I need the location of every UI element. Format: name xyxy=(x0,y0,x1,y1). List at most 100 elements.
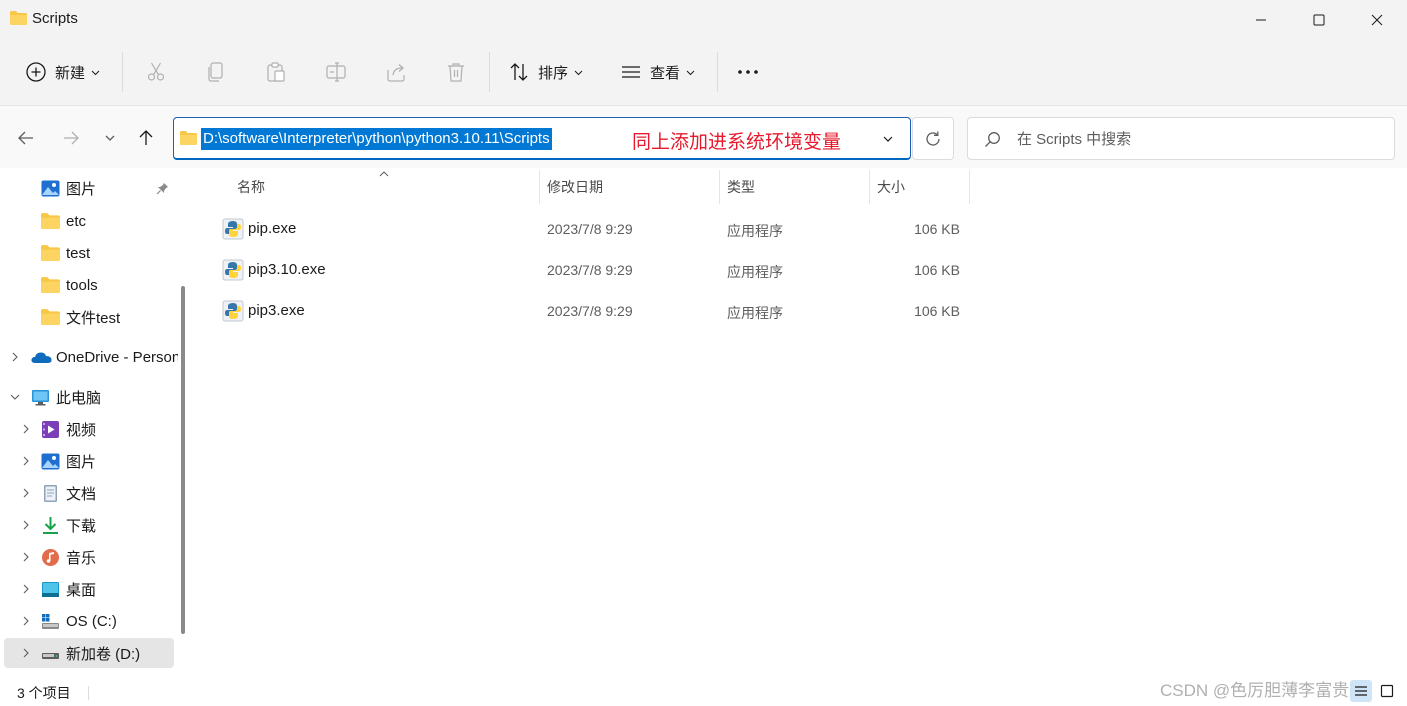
share-button[interactable] xyxy=(385,54,407,90)
paste-button[interactable] xyxy=(265,54,287,90)
sidebar-item-pictures[interactable]: 图片 xyxy=(4,446,174,476)
column-size-label: 大小 xyxy=(877,179,905,195)
file-name: pip.exe xyxy=(248,220,297,237)
sidebar-item-pictures-pinned[interactable]: 图片 xyxy=(4,173,174,203)
chevron-right-icon[interactable] xyxy=(10,352,20,362)
title-bar: Scripts xyxy=(0,0,1407,40)
sidebar-item-drive-d[interactable]: 新加卷 (D:) xyxy=(4,638,174,668)
view-button[interactable]: 查看 xyxy=(620,54,695,90)
column-divider[interactable] xyxy=(719,170,720,204)
column-header-date[interactable]: 修改日期 xyxy=(547,170,603,204)
file-size: 106 KB xyxy=(914,262,960,278)
chevron-right-icon[interactable] xyxy=(21,424,31,434)
minimize-button[interactable] xyxy=(1232,0,1290,40)
python-exe-icon xyxy=(222,218,244,240)
details-view-button[interactable] xyxy=(1350,680,1372,702)
chevron-right-icon[interactable] xyxy=(21,520,31,530)
column-divider[interactable] xyxy=(869,170,870,204)
maximize-icon xyxy=(1313,14,1325,26)
address-bar[interactable]: D:\software\Interpreter\python\python3.1… xyxy=(173,117,911,160)
sidebar-item-this-pc[interactable]: 此电脑 xyxy=(4,382,174,412)
sidebar-item-label: 新加卷 (D:) xyxy=(66,645,141,663)
sidebar-item-tools[interactable]: tools xyxy=(4,270,174,300)
column-header-size[interactable]: 大小 xyxy=(877,170,905,204)
sidebar-item-videos[interactable]: 视频 xyxy=(4,414,174,444)
forward-button[interactable] xyxy=(59,126,83,150)
sidebar-item-label: tools xyxy=(66,276,98,294)
sidebar-item-etc[interactable]: etc xyxy=(4,206,174,236)
refresh-button[interactable] xyxy=(912,117,954,160)
sidebar-item-label: 视频 xyxy=(66,421,97,439)
sidebar-item-label: 下载 xyxy=(66,517,97,535)
chevron-right-icon[interactable] xyxy=(21,488,31,498)
folder-icon xyxy=(41,245,60,261)
cut-button[interactable] xyxy=(145,54,167,90)
recent-locations-button[interactable] xyxy=(98,126,122,150)
back-button[interactable] xyxy=(14,126,38,150)
sidebar-item-music[interactable]: 音乐 xyxy=(4,542,174,572)
chevron-down-icon xyxy=(686,70,695,75)
new-button[interactable]: 新建 xyxy=(25,54,100,90)
more-button[interactable] xyxy=(737,54,759,90)
sidebar-item-test[interactable]: test xyxy=(4,238,174,268)
delete-button[interactable] xyxy=(445,54,467,90)
rename-icon xyxy=(326,62,346,82)
sidebar-item-desktop[interactable]: 桌面 xyxy=(4,574,174,604)
column-header-type[interactable]: 类型 xyxy=(727,170,755,204)
search-input[interactable] xyxy=(1017,128,1377,150)
chevron-right-icon[interactable] xyxy=(21,552,31,562)
folder-icon xyxy=(10,11,27,25)
file-type: 应用程序 xyxy=(727,305,783,321)
minimize-icon xyxy=(1256,19,1266,21)
drive-c-icon xyxy=(42,613,59,629)
details-view-icon xyxy=(1355,686,1367,696)
cut-icon xyxy=(147,62,165,81)
chevron-right-icon[interactable] xyxy=(21,648,31,658)
column-divider[interactable] xyxy=(969,170,970,204)
chevron-right-icon[interactable] xyxy=(21,584,31,594)
sort-label: 排序 xyxy=(538,64,569,82)
item-count: 3 个项目 xyxy=(17,685,71,701)
folder-icon xyxy=(41,277,60,293)
chevron-down-icon[interactable] xyxy=(881,132,895,146)
status-divider xyxy=(88,686,89,700)
sort-button[interactable]: 排序 xyxy=(508,54,583,90)
column-divider[interactable] xyxy=(539,170,540,204)
onedrive-icon xyxy=(31,352,52,363)
chevron-down-icon xyxy=(105,135,115,141)
file-row[interactable]: pip.exe 2023/7/8 9:29 应用程序 106 KB xyxy=(210,209,970,249)
sidebar-item-onedrive[interactable]: OneDrive - Personal xyxy=(4,342,178,372)
tiles-view-button[interactable] xyxy=(1376,680,1398,702)
sidebar-item-drive-c[interactable]: OS (C:) xyxy=(4,606,174,636)
watermark: CSDN @色厉胆薄李富贵儿 xyxy=(1160,681,1367,700)
column-header-name[interactable]: 名称 xyxy=(237,170,265,204)
chevron-down-icon[interactable] xyxy=(10,392,20,402)
search-box[interactable] xyxy=(967,117,1395,160)
up-button[interactable] xyxy=(134,126,158,150)
maximize-button[interactable] xyxy=(1290,0,1348,40)
copy-button[interactable] xyxy=(205,54,227,90)
sidebar-scrollbar[interactable] xyxy=(181,286,185,634)
file-row[interactable]: pip3.exe 2023/7/8 9:29 应用程序 106 KB xyxy=(210,291,970,331)
close-icon xyxy=(1371,14,1383,26)
sidebar-item-label: 文件test xyxy=(66,309,121,327)
column-date-label: 修改日期 xyxy=(547,179,603,195)
close-button[interactable] xyxy=(1348,0,1406,40)
more-icon xyxy=(738,70,758,74)
chevron-right-icon[interactable] xyxy=(21,456,31,466)
pictures-icon xyxy=(41,453,60,469)
file-date: 2023/7/8 9:29 xyxy=(547,262,633,278)
sidebar-item-documents[interactable]: 文档 xyxy=(4,478,174,508)
new-label: 新建 xyxy=(55,64,86,82)
chevron-right-icon[interactable] xyxy=(21,616,31,626)
file-row[interactable]: pip3.10.exe 2023/7/8 9:29 应用程序 106 KB xyxy=(210,250,970,290)
sidebar-item-wenjian-test[interactable]: 文件test xyxy=(4,302,174,332)
sidebar-item-downloads[interactable]: 下载 xyxy=(4,510,174,540)
sidebar-item-label: test xyxy=(66,244,91,262)
rename-button[interactable] xyxy=(325,54,347,90)
address-path[interactable]: D:\software\Interpreter\python\python3.1… xyxy=(201,128,552,150)
file-name: pip3.exe xyxy=(248,302,305,319)
navigation-pane: 图片 etc test tools 文件test OneDrive - Pers… xyxy=(0,168,178,678)
paste-icon xyxy=(267,62,285,82)
copy-icon xyxy=(208,62,223,82)
